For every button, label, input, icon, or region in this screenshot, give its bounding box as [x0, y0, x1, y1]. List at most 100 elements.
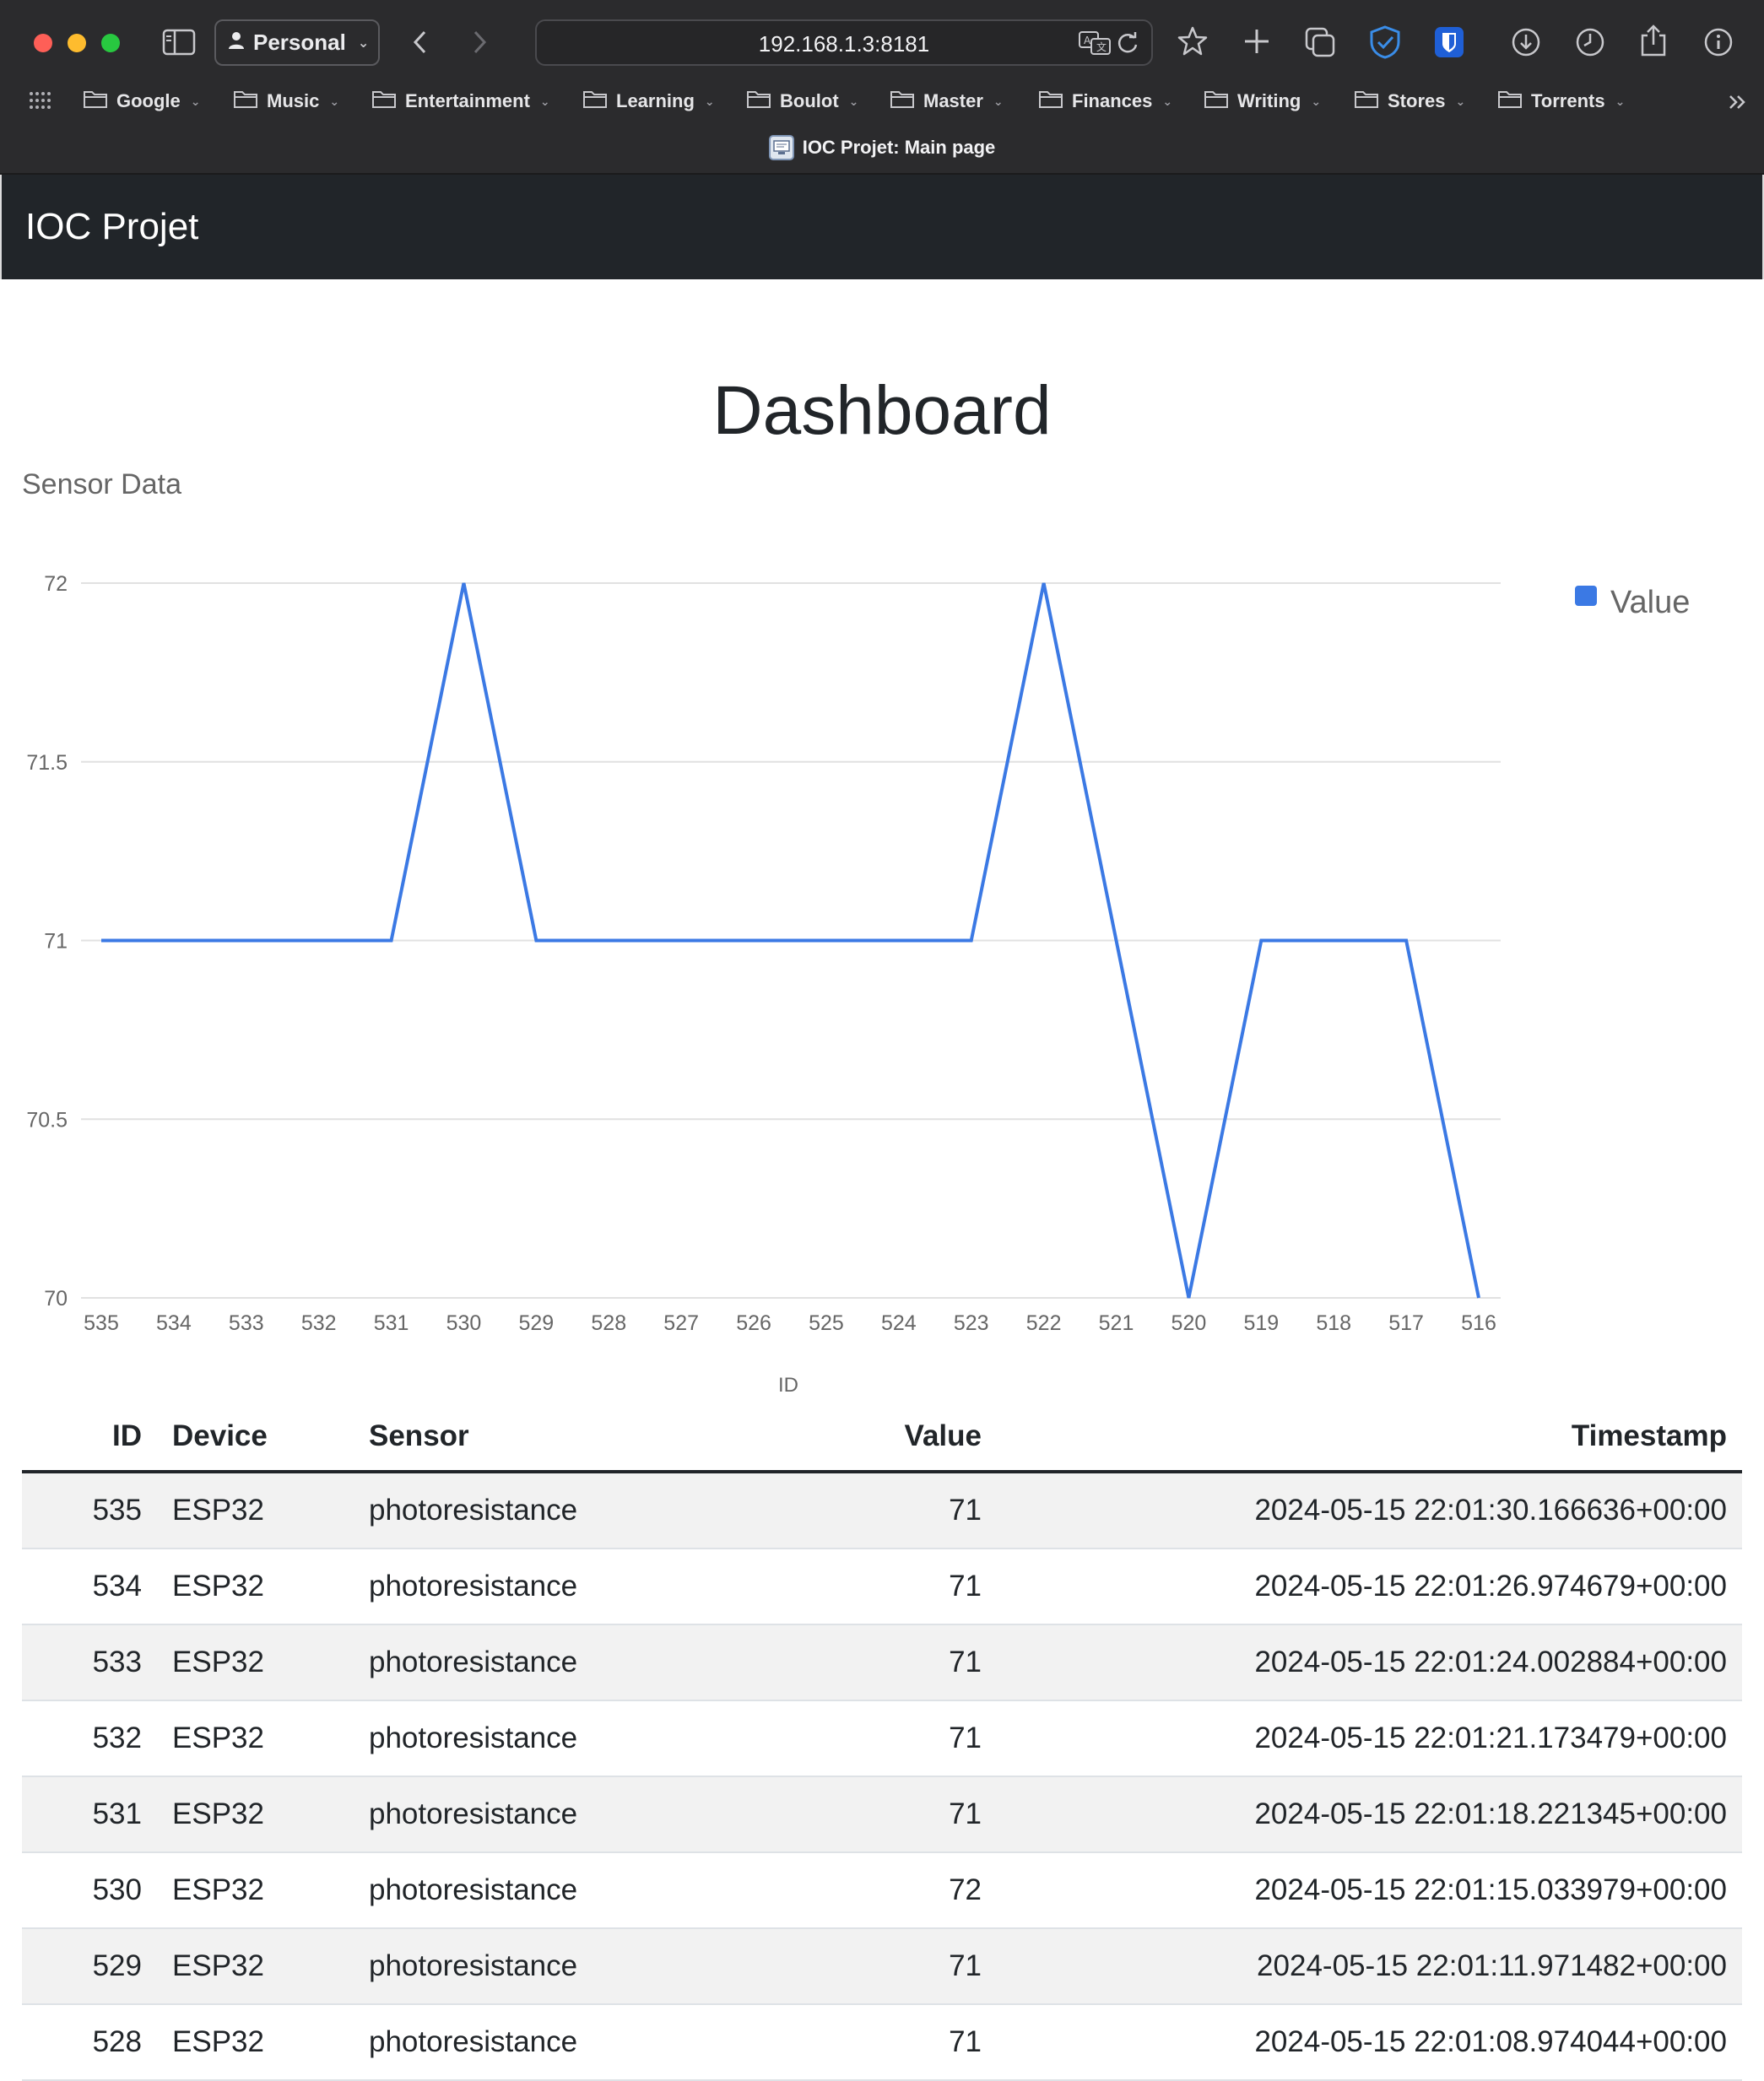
person-icon: [228, 30, 245, 56]
data-point[interactable]: [1401, 936, 1411, 946]
cell-id: 530: [22, 1852, 157, 1929]
data-point[interactable]: [749, 936, 759, 946]
tab-overview-icon[interactable]: [1305, 27, 1335, 57]
window-close-button[interactable]: [34, 34, 52, 52]
header-timestamp[interactable]: Timestamp: [997, 1403, 1742, 1473]
data-point[interactable]: [1474, 1293, 1484, 1303]
x-tick-label: 524: [881, 1311, 917, 1335]
cell-id: 531: [22, 1776, 157, 1853]
bookmark-folder-master[interactable]: Master ⌄: [890, 84, 1004, 118]
data-point[interactable]: [1112, 936, 1122, 946]
star-icon[interactable]: [1177, 25, 1209, 57]
bookmark-folder-entertainment[interactable]: Entertainment ⌄: [371, 84, 550, 118]
table-header-row: ID Device Sensor Value Timestamp: [22, 1403, 1742, 1473]
data-point[interactable]: [1256, 936, 1266, 946]
cell-sensor: photoresistance: [354, 1472, 755, 1549]
data-point[interactable]: [241, 936, 252, 946]
navbar-brand[interactable]: IOC Projet: [25, 206, 198, 248]
data-point[interactable]: [1039, 578, 1049, 588]
bookmark-label: Torrents: [1531, 90, 1605, 111]
reload-icon[interactable]: [1116, 31, 1139, 55]
cell-value: 71: [755, 1472, 997, 1549]
bookmark-folder-music[interactable]: Music ⌄: [233, 84, 339, 118]
data-point[interactable]: [387, 936, 397, 946]
back-icon[interactable]: [410, 29, 430, 56]
bookmark-folder-learning[interactable]: Learning ⌄: [582, 84, 715, 118]
chevron-down-icon: ⌄: [1311, 94, 1322, 108]
data-point[interactable]: [821, 936, 831, 946]
data-point[interactable]: [894, 936, 904, 946]
header-device[interactable]: Device: [157, 1403, 354, 1473]
share-icon[interactable]: [1639, 24, 1668, 57]
address-bar[interactable]: 192.168.1.3:8181 A文: [535, 19, 1153, 66]
folder-icon: [1038, 89, 1063, 114]
cell-sensor: photoresistance: [354, 2004, 755, 2081]
cell-value: 71: [755, 2004, 997, 2081]
data-point[interactable]: [96, 936, 106, 946]
favicon-icon: [768, 135, 794, 160]
sidebar-toggle-icon[interactable]: [162, 29, 196, 56]
active-tab[interactable]: IOC Projet: Main page: [0, 135, 1764, 160]
folder-icon: [1497, 89, 1523, 114]
new-tab-icon[interactable]: [1242, 27, 1271, 56]
x-axis-label: ID: [778, 1374, 798, 1397]
bookmark-folder-stores[interactable]: Stores ⌄: [1354, 84, 1465, 118]
folder-icon: [1204, 89, 1229, 114]
translate-icon[interactable]: A文: [1079, 31, 1111, 55]
bookmark-folder-finances[interactable]: Finances ⌄: [1038, 84, 1172, 118]
legend-label[interactable]: Value: [1610, 585, 1690, 620]
folder-icon: [83, 89, 108, 114]
password-manager-icon[interactable]: [1433, 25, 1465, 59]
x-tick-label: 516: [1461, 1311, 1496, 1335]
data-point[interactable]: [603, 936, 614, 946]
forward-icon[interactable]: [469, 29, 490, 56]
bookmark-folder-writing[interactable]: Writing ⌄: [1204, 84, 1321, 118]
cell-device: ESP32: [157, 1624, 354, 1701]
x-tick-label: 531: [374, 1311, 409, 1335]
cell-id: 535: [22, 1472, 157, 1549]
chevron-down-icon: ⌄: [1455, 94, 1466, 108]
folder-icon: [1354, 89, 1379, 114]
data-point[interactable]: [458, 578, 468, 588]
x-tick-label: 525: [809, 1311, 844, 1335]
shield-icon[interactable]: [1369, 25, 1401, 59]
window-minimize-button[interactable]: [68, 34, 86, 52]
apps-grid-icon[interactable]: [29, 91, 51, 110]
x-tick-label: 519: [1243, 1311, 1279, 1335]
sensor-line-chart: 70 70.5 71 71.5 72 535 534 533 532 531 530 529 528 5…: [26, 572, 1690, 1397]
downloads-icon[interactable]: [1511, 27, 1541, 57]
cell-timestamp: 2024-05-15 22:01:08.974044+00:00: [997, 2004, 1742, 2081]
data-point[interactable]: [1183, 1293, 1193, 1303]
x-tick-label: 532: [301, 1311, 337, 1335]
window-maximize-button[interactable]: [101, 34, 120, 52]
history-icon[interactable]: [1575, 27, 1605, 57]
bookmark-folder-torrents[interactable]: Torrents ⌄: [1497, 84, 1625, 118]
header-id[interactable]: ID: [22, 1403, 157, 1473]
profile-label: Personal: [253, 30, 346, 55]
info-icon[interactable]: [1703, 27, 1734, 57]
y-tick-label: 70: [44, 1287, 68, 1311]
url-text[interactable]: 192.168.1.3:8181: [537, 31, 1151, 57]
more-bookmarks-icon[interactable]: [1727, 91, 1749, 113]
data-point[interactable]: [1328, 936, 1339, 946]
data-point[interactable]: [531, 936, 541, 946]
x-tick-label: 528: [591, 1311, 626, 1335]
cell-id: 528: [22, 2004, 157, 2081]
header-value[interactable]: Value: [755, 1403, 997, 1473]
data-point[interactable]: [676, 936, 686, 946]
folder-icon: [371, 89, 397, 114]
cell-id: 532: [22, 1700, 157, 1777]
profile-selector[interactable]: Personal ⌄: [214, 19, 380, 66]
cell-value: 71: [755, 1549, 997, 1625]
data-point[interactable]: [169, 936, 179, 946]
header-sensor[interactable]: Sensor: [354, 1403, 755, 1473]
y-tick-label: 71: [44, 930, 68, 954]
cell-timestamp: 2024-05-15 22:01:30.166636+00:00: [997, 1472, 1742, 1549]
bookmark-label: Writing: [1237, 90, 1301, 111]
bookmark-folder-google[interactable]: Google ⌄: [83, 84, 201, 118]
data-point[interactable]: [314, 936, 324, 946]
data-point[interactable]: [966, 936, 977, 946]
bookmark-folder-boulot[interactable]: Boulot ⌄: [746, 84, 858, 118]
x-tick-label: 530: [446, 1311, 482, 1335]
x-tick-label: 535: [84, 1311, 119, 1335]
